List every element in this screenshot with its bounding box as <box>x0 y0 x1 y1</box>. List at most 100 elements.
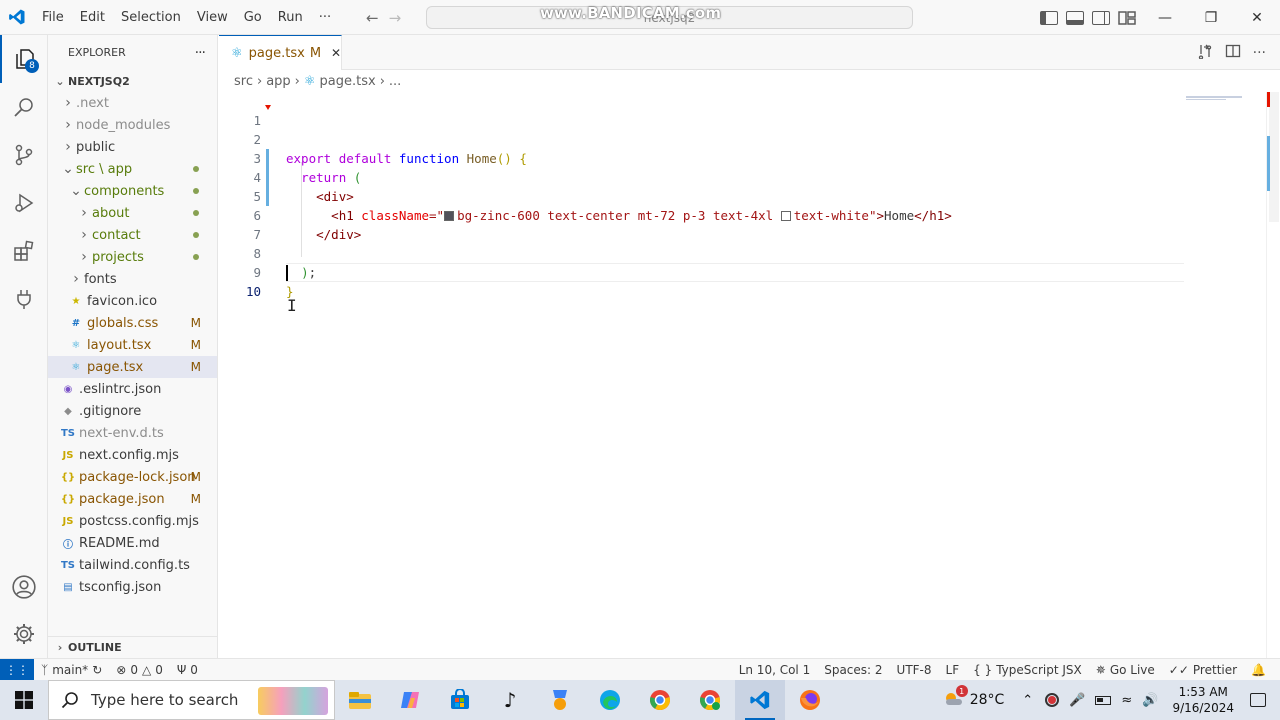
file-next-env-d-ts[interactable]: TS next-env.d.ts <box>48 422 217 444</box>
menu-view[interactable]: View <box>189 0 236 35</box>
code-editor[interactable]: 1 2 export default function Home() { 3 r… <box>219 92 1280 658</box>
notification-center-icon[interactable] <box>1250 693 1266 707</box>
folder-node-modules[interactable]: › node_modules <box>48 114 217 136</box>
cursor-position[interactable]: Ln 10, Col 1 <box>732 663 818 677</box>
minimap[interactable] <box>1186 92 1266 104</box>
tree-item-label: package-lock.json <box>79 469 196 485</box>
folder-src-app[interactable]: ⌄ src \ app <box>48 158 217 180</box>
file-tailwind-config-ts[interactable]: TS tailwind.config.ts <box>48 554 217 576</box>
file-gitignore[interactable]: ◆ .gitignore <box>48 400 217 422</box>
customize-layout-icon[interactable] <box>1118 10 1136 25</box>
prettier-button[interactable]: ✓✓ Prettier <box>1162 663 1244 677</box>
file-eslintrc-json[interactable]: ◉ .eslintrc.json <box>48 378 217 400</box>
folder-public[interactable]: › public <box>48 136 217 158</box>
search-icon[interactable] <box>0 83 48 131</box>
tab-page-tsx[interactable]: ⚛ page.tsx M ✕ <box>219 35 342 70</box>
restore-button[interactable]: ❐ <box>1188 0 1234 35</box>
file-readme-md[interactable]: ⓘ README.md <box>48 532 217 554</box>
file-explorer-icon[interactable] <box>335 680 385 720</box>
app-badge-icon[interactable] <box>535 680 585 720</box>
taskbar-search-box[interactable]: Type here to search <box>48 680 335 720</box>
remote-indicator-icon[interactable]: ⋮⋮ <box>0 658 34 681</box>
menu-selection[interactable]: Selection <box>113 0 189 35</box>
search-placeholder: Type here to search <box>91 691 239 709</box>
menu-edit[interactable]: Edit <box>72 0 113 35</box>
breadcrumb-symbol[interactable]: ... <box>389 74 401 89</box>
toggle-panel-icon[interactable] <box>1066 10 1084 25</box>
end-of-line[interactable]: LF <box>939 663 967 677</box>
close-tab-icon[interactable]: ✕ <box>331 46 341 60</box>
encoding[interactable]: UTF-8 <box>890 663 939 677</box>
file-next-config-mjs[interactable]: JS next.config.mjs <box>48 444 217 466</box>
recording-icon[interactable] <box>1045 693 1060 707</box>
folder-next[interactable]: › .next <box>48 92 217 114</box>
close-window-button[interactable]: ✕ <box>1234 0 1280 35</box>
source-control-icon[interactable] <box>0 131 48 179</box>
language-mode[interactable]: { } TypeScript JSX <box>966 663 1089 677</box>
file-globals-css[interactable]: # globals.css M <box>48 312 217 334</box>
minimize-button[interactable]: — <box>1142 0 1188 35</box>
breadcrumb-file[interactable]: page.tsx <box>320 74 376 89</box>
menu-file[interactable]: File <box>34 0 72 35</box>
remote-explorer-icon[interactable] <box>0 275 48 323</box>
branch-indicator[interactable]: ᛉ main* ↻ <box>34 663 109 677</box>
outline-section[interactable]: › OUTLINE <box>48 636 217 658</box>
file-page-tsx[interactable]: ⚛ page.tsx M <box>48 356 217 378</box>
firefox-icon[interactable] <box>785 680 835 720</box>
file-tsconfig-json[interactable]: ▤ tsconfig.json <box>48 576 217 598</box>
indentation[interactable]: Spaces: 2 <box>817 663 889 677</box>
vscode-taskbar-icon[interactable] <box>735 680 785 720</box>
chrome-browser-icon[interactable] <box>635 680 685 720</box>
file-layout-tsx[interactable]: ⚛ layout.tsx M <box>48 334 217 356</box>
file-package-lock-json[interactable]: {} package-lock.json M <box>48 466 217 488</box>
menu-go[interactable]: Go <box>236 0 270 35</box>
folder-contact[interactable]: › contact <box>48 224 217 246</box>
ports-indicator[interactable]: Ψ 0 <box>170 663 205 677</box>
notifications-bell-icon[interactable]: 🔔 <box>1244 663 1280 677</box>
file-favicon-ico[interactable]: ★ favicon.ico <box>48 290 217 312</box>
vertical-scrollbar[interactable] <box>1266 92 1280 658</box>
folder-fonts[interactable]: › fonts <box>48 268 217 290</box>
toggle-secondary-sidebar-icon[interactable] <box>1092 10 1110 25</box>
temperature[interactable]: 28°C <box>970 692 1005 708</box>
explorer-icon[interactable]: 8 <box>0 35 48 83</box>
show-hidden-icons-chevron-icon[interactable]: ⌃ <box>1022 693 1033 708</box>
go-live-button[interactable]: ✵ Go Live <box>1089 663 1162 677</box>
tiktok-icon[interactable]: ♪ <box>485 680 535 720</box>
file-package-json[interactable]: {} package.json M <box>48 488 217 510</box>
copilot-icon[interactable] <box>385 680 435 720</box>
extensions-icon[interactable] <box>0 227 48 275</box>
back-arrow-icon[interactable]: ← <box>366 9 379 27</box>
more-actions-icon[interactable]: ··· <box>1253 45 1266 61</box>
menu-run[interactable]: Run <box>270 0 311 35</box>
menu-more[interactable]: ··· <box>311 0 339 35</box>
breadcrumb-src[interactable]: src <box>234 74 253 89</box>
microsoft-store-icon[interactable] <box>435 680 485 720</box>
toggle-primary-sidebar-icon[interactable] <box>1040 10 1058 25</box>
outline-title: OUTLINE <box>68 641 122 654</box>
file-postcss-config-mjs[interactable]: JS postcss.config.mjs <box>48 510 217 532</box>
run-debug-icon[interactable] <box>0 179 48 227</box>
breadcrumb-app[interactable]: app <box>266 74 290 89</box>
volume-icon[interactable]: 🔊 <box>1142 693 1158 708</box>
compare-changes-icon[interactable] <box>1197 43 1213 63</box>
battery-icon[interactable] <box>1095 695 1112 705</box>
folder-about[interactable]: › about <box>48 202 217 224</box>
folder-components[interactable]: ⌄ components <box>48 180 217 202</box>
folder-projects[interactable]: › projects <box>48 246 217 268</box>
weather-icon[interactable]: 1 <box>942 685 968 711</box>
edge-browser-icon[interactable] <box>585 680 635 720</box>
settings-gear-icon[interactable] <box>0 610 48 658</box>
clock[interactable]: 1:53 AM 9/16/2024 <box>1162 684 1244 716</box>
wifi-icon[interactable]: ≈ <box>1121 693 1132 708</box>
microphone-icon[interactable]: 🎤 <box>1069 693 1085 708</box>
project-root[interactable]: ⌄ NEXTJSQ2 <box>48 70 217 92</box>
split-editor-icon[interactable] <box>1225 43 1241 63</box>
forward-arrow-icon[interactable]: → <box>389 9 402 27</box>
windows-start-icon[interactable] <box>0 680 48 720</box>
problems-indicator[interactable]: ⊗ 0 △ 0 <box>109 663 170 677</box>
explorer-more-actions-icon[interactable]: ··· <box>195 45 206 61</box>
accounts-icon[interactable] <box>0 563 48 611</box>
tree-item-label: page.tsx <box>87 359 144 375</box>
chrome-profile-icon[interactable] <box>685 680 735 720</box>
